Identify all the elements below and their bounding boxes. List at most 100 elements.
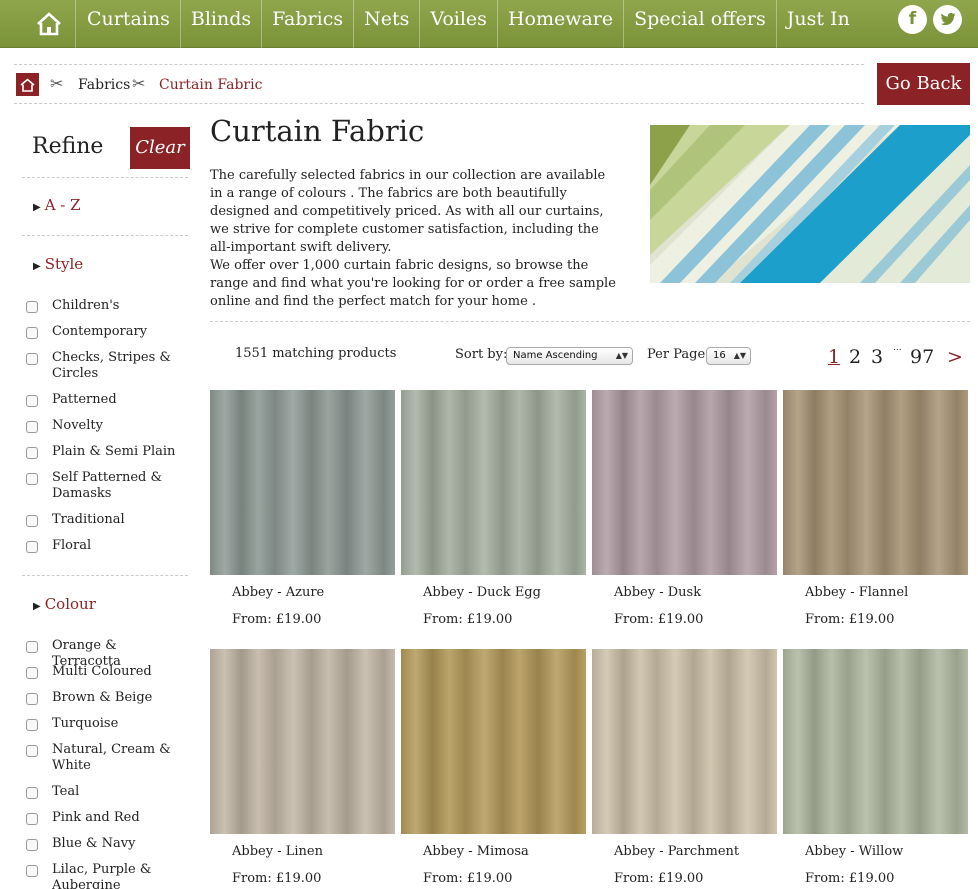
breadcrumb-home-button[interactable] xyxy=(16,73,39,96)
product-card[interactable]: Abbey - Willow From: £19.00 xyxy=(783,649,968,886)
nav-item-special-offers[interactable]: Special offers xyxy=(624,0,777,48)
product-name[interactable]: Abbey - Parchment xyxy=(614,844,739,859)
checkbox[interactable] xyxy=(26,421,38,433)
checkbox[interactable] xyxy=(26,813,38,825)
per-page-label: Per Page: xyxy=(647,347,710,362)
select-arrows-icon: ▲▼ xyxy=(733,351,746,360)
nav-item-curtains[interactable]: Curtains xyxy=(77,0,181,48)
nav-item-voiles[interactable]: Voiles xyxy=(420,0,498,48)
page-link[interactable]: 2 xyxy=(849,346,861,368)
breadcrumb-current: Curtain Fabric xyxy=(159,77,263,93)
product-name[interactable]: Abbey - Duck Egg xyxy=(423,585,541,600)
breadcrumb-fabrics[interactable]: Fabrics xyxy=(78,77,130,93)
page-title: Curtain Fabric xyxy=(210,114,425,148)
breadcrumb: ✂ Fabrics ✂ Curtain Fabric xyxy=(14,64,864,104)
checkbox[interactable] xyxy=(26,353,38,365)
checkbox[interactable] xyxy=(26,641,38,653)
product-card[interactable]: Abbey - Parchment From: £19.00 xyxy=(592,649,777,886)
facet-colour[interactable]: ▶ Colour xyxy=(33,595,96,613)
facet-a-z[interactable]: ▶ A - Z xyxy=(33,196,81,214)
divider xyxy=(210,321,970,322)
sort-select[interactable]: Name Ascending ▲▼ xyxy=(506,347,633,365)
next-page-icon[interactable]: > xyxy=(947,346,963,368)
product-card[interactable]: Abbey - Mimosa From: £19.00 xyxy=(401,649,586,886)
per-page-select[interactable]: 16 ▲▼ xyxy=(706,347,751,365)
home-icon xyxy=(36,12,61,36)
page-link-current[interactable]: 1 xyxy=(828,346,840,368)
scissors-icon: ✂ xyxy=(132,74,146,93)
checkbox[interactable] xyxy=(26,693,38,705)
page-link[interactable]: 3 xyxy=(871,346,883,368)
product-image[interactable] xyxy=(401,390,586,575)
product-price: From: £19.00 xyxy=(232,612,322,627)
nav-item-blinds[interactable]: Blinds xyxy=(181,0,263,48)
description-paragraph: The carefully selected fabrics in our co… xyxy=(210,168,606,255)
product-price: From: £19.00 xyxy=(232,871,322,886)
product-price: From: £19.00 xyxy=(805,871,895,886)
product-card[interactable]: Abbey - Linen From: £19.00 xyxy=(210,649,395,886)
triangle-right-icon: ▶ xyxy=(33,261,41,272)
facebook-icon[interactable]: f xyxy=(898,5,927,34)
product-image[interactable] xyxy=(210,390,395,575)
page-ellipsis: ... xyxy=(893,343,902,353)
checkbox[interactable] xyxy=(26,541,38,553)
clear-button[interactable]: Clear xyxy=(130,127,190,169)
category-description: The carefully selected fabrics in our co… xyxy=(210,167,620,311)
home-nav-button[interactable] xyxy=(22,0,76,48)
product-price: From: £19.00 xyxy=(805,612,895,627)
top-nav: Curtains Blinds Fabrics Nets Voiles Home… xyxy=(0,0,978,48)
product-image[interactable] xyxy=(401,649,586,834)
checkbox[interactable] xyxy=(26,719,38,731)
nav-menu: Curtains Blinds Fabrics Nets Voiles Home… xyxy=(77,0,860,48)
nav-item-just-in[interactable]: Just In xyxy=(777,0,860,48)
refine-heading: Refine xyxy=(32,134,104,159)
checkbox[interactable] xyxy=(26,667,38,679)
product-name[interactable]: Abbey - Willow xyxy=(805,844,903,859)
checkbox[interactable] xyxy=(26,447,38,459)
product-name[interactable]: Abbey - Dusk xyxy=(614,585,701,600)
product-name[interactable]: Abbey - Azure xyxy=(232,585,324,600)
product-price: From: £19.00 xyxy=(423,612,513,627)
triangle-right-icon: ▶ xyxy=(33,202,41,213)
triangle-right-icon: ▶ xyxy=(33,601,41,612)
twitter-icon[interactable] xyxy=(933,5,962,34)
product-card[interactable]: Abbey - Dusk From: £19.00 xyxy=(592,390,777,627)
product-card[interactable]: Abbey - Azure From: £19.00 xyxy=(210,390,395,627)
checkbox[interactable] xyxy=(26,839,38,851)
facet-style[interactable]: ▶ Style xyxy=(33,255,83,273)
checkbox[interactable] xyxy=(26,787,38,799)
product-image[interactable] xyxy=(592,649,777,834)
home-icon xyxy=(20,77,35,92)
product-name[interactable]: Abbey - Linen xyxy=(232,844,323,859)
nav-item-nets[interactable]: Nets xyxy=(354,0,421,48)
product-name[interactable]: Abbey - Flannel xyxy=(805,585,908,600)
page-link[interactable]: 97 xyxy=(910,346,934,368)
product-card[interactable]: Abbey - Duck Egg From: £19.00 xyxy=(401,390,586,627)
product-count: 1551 matching products xyxy=(235,346,397,361)
checkbox[interactable] xyxy=(26,515,38,527)
product-name[interactable]: Abbey - Mimosa xyxy=(423,844,529,859)
divider xyxy=(22,235,188,236)
category-banner-image xyxy=(650,125,970,283)
product-card[interactable]: Abbey - Flannel From: £19.00 xyxy=(783,390,968,627)
checkbox[interactable] xyxy=(26,327,38,339)
product-image[interactable] xyxy=(783,390,968,575)
checkbox[interactable] xyxy=(26,865,38,877)
checkbox[interactable] xyxy=(26,301,38,313)
description-paragraph: We offer over 1,000 curtain fabric desig… xyxy=(210,258,616,309)
go-back-button[interactable]: Go Back xyxy=(877,63,970,105)
product-image[interactable] xyxy=(210,649,395,834)
checkbox[interactable] xyxy=(26,395,38,407)
scissors-icon: ✂ xyxy=(50,74,64,93)
product-image[interactable] xyxy=(783,649,968,834)
divider xyxy=(22,177,188,178)
select-arrows-icon: ▲▼ xyxy=(615,351,628,360)
product-price: From: £19.00 xyxy=(614,871,704,886)
sort-label: Sort by: xyxy=(455,347,508,362)
product-price: From: £19.00 xyxy=(423,871,513,886)
product-image[interactable] xyxy=(592,390,777,575)
checkbox[interactable] xyxy=(26,745,38,757)
nav-item-fabrics[interactable]: Fabrics xyxy=(262,0,355,48)
checkbox[interactable] xyxy=(26,473,38,485)
nav-item-homeware[interactable]: Homeware xyxy=(498,0,625,48)
